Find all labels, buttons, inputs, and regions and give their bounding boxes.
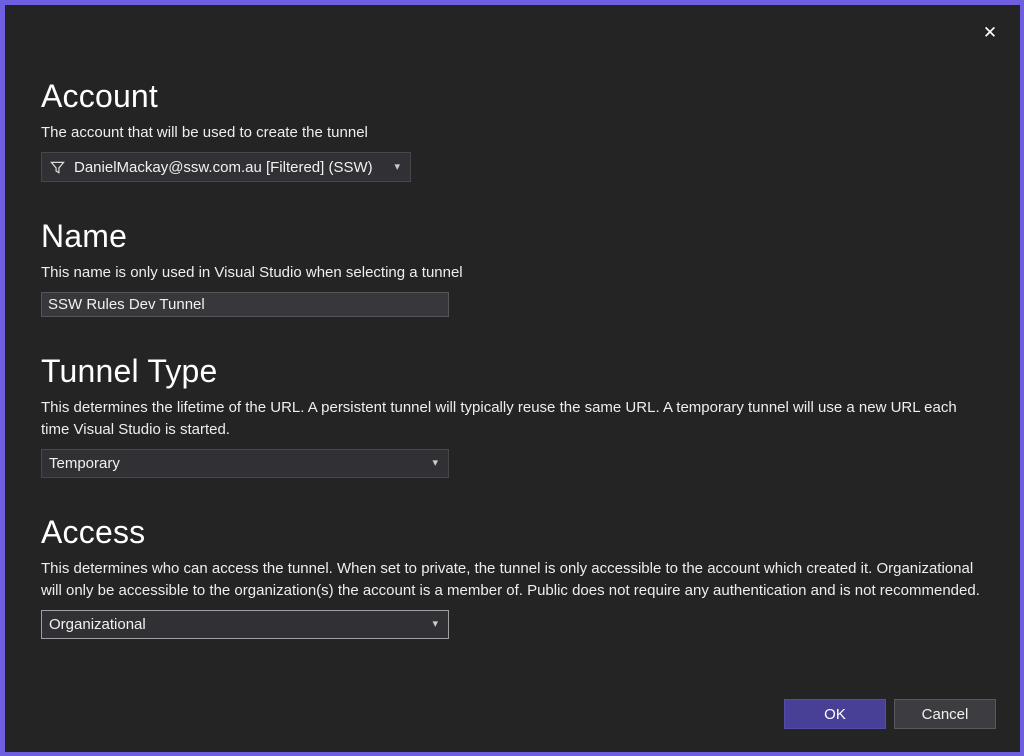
access-combobox[interactable]: Organizational ▾: [41, 610, 449, 639]
tunnel-type-combobox-value: Temporary: [49, 455, 120, 472]
access-combobox-value: Organizational: [49, 616, 146, 633]
tunnel-type-section-title: Tunnel Type: [41, 351, 986, 391]
create-tunnel-dialog: ✕ Account The account that will be used …: [0, 0, 1024, 756]
account-section-title: Account: [41, 76, 986, 116]
tunnel-name-input[interactable]: [41, 292, 449, 317]
name-section-description: This name is only used in Visual Studio …: [41, 262, 986, 284]
ok-button[interactable]: OK: [784, 699, 886, 729]
chevron-down-icon: ▾: [386, 162, 400, 173]
account-combobox[interactable]: DanielMackay@ssw.com.au [Filtered] (SSW)…: [41, 152, 411, 182]
cancel-button[interactable]: Cancel: [894, 699, 996, 729]
dialog-button-row: OK Cancel: [784, 699, 996, 729]
chevron-down-icon: ▾: [424, 619, 438, 630]
chevron-down-icon: ▾: [424, 458, 438, 469]
account-section-description: The account that will be used to create …: [41, 122, 986, 144]
account-combobox-value: DanielMackay@ssw.com.au [Filtered] (SSW): [74, 159, 373, 176]
access-section-title: Access: [41, 512, 986, 552]
dialog-content: Account The account that will be used to…: [41, 5, 986, 639]
filter-icon: [50, 160, 65, 175]
access-section-description: This determines who can access the tunne…: [41, 558, 986, 602]
name-section-title: Name: [41, 216, 986, 256]
tunnel-type-section-description: This determines the lifetime of the URL.…: [41, 397, 986, 441]
tunnel-type-combobox[interactable]: Temporary ▾: [41, 449, 449, 478]
